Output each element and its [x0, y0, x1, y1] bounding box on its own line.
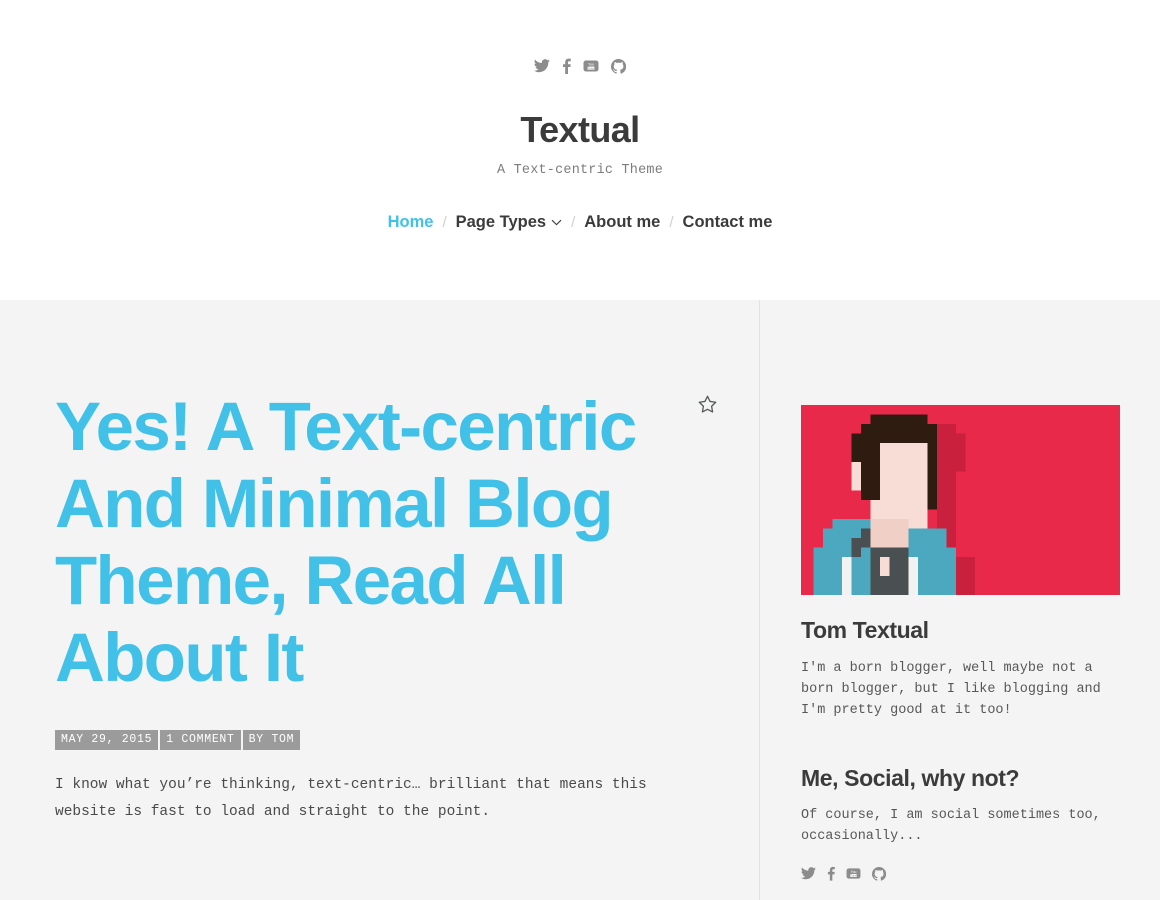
nav-separator: /	[669, 213, 674, 231]
header-social-links: You Tube	[534, 56, 626, 76]
nav-item-page-types[interactable]: Page Types	[456, 212, 562, 232]
nav-item-about-me[interactable]: About me	[584, 213, 660, 232]
svg-text:You: You	[851, 870, 857, 874]
github-icon[interactable]	[872, 866, 886, 881]
svg-text:Tube: Tube	[851, 874, 857, 878]
nav-separator: /	[571, 213, 576, 231]
site-tagline: A Text-centric Theme	[496, 163, 664, 178]
widget-social: Me, Social, why not? Of course, I am soc…	[801, 765, 1119, 882]
widget-about: Tom Textual I'm a born blogger, well may…	[801, 617, 1119, 721]
content-area: Yes! A Text-centric And Minimal Blog The…	[0, 300, 1160, 900]
post-author-badge[interactable]: BY TOM	[242, 730, 301, 750]
widget-social-text: Of course, I am social sometimes too, oc…	[801, 808, 1101, 845]
star-icon[interactable]	[695, 392, 719, 416]
sidebar: Tom Textual I'm a born blogger, well may…	[760, 300, 1159, 900]
post-column: Yes! A Text-centric And Minimal Blog The…	[0, 300, 760, 900]
post-comments-badge[interactable]: 1 COMMENT	[160, 730, 241, 750]
nav-item-home[interactable]: Home	[388, 213, 434, 232]
widget-about-title: Tom Textual	[801, 617, 929, 643]
facebook-icon[interactable]	[827, 866, 835, 881]
sidebar-social-links: You Tube	[801, 866, 1119, 881]
facebook-icon[interactable]	[562, 58, 571, 74]
widget-about-text: I'm a born blogger, well maybe not a bor…	[801, 660, 1101, 718]
page-root: You Tube Textual A Text-centric Theme Hom…	[0, 0, 1160, 900]
post-excerpt: I know what you’re thinking, text-centri…	[55, 777, 647, 820]
site-title: Textual	[520, 109, 640, 150]
svg-text:Tube: Tube	[588, 66, 595, 70]
nav-separator: /	[442, 213, 447, 231]
site-header: You Tube Textual A Text-centric Theme Hom…	[0, 0, 1160, 300]
pixel-art-avatar-art	[803, 405, 1118, 595]
chevron-down-icon	[551, 212, 562, 231]
twitter-icon[interactable]	[534, 59, 550, 73]
twitter-icon[interactable]	[801, 867, 816, 880]
github-icon[interactable]	[611, 58, 626, 74]
avatar	[801, 405, 1120, 595]
widget-social-title: Me, Social, why not?	[801, 764, 1020, 791]
nav-item-page-types-label: Page Types	[455, 213, 547, 231]
post-meta: MAY 29, 2015 1 COMMENT BY TOM	[55, 730, 704, 750]
main-navigation: Home / Page Types / About me / Contact m…	[388, 212, 773, 232]
youtube-icon[interactable]: You Tube	[846, 867, 861, 880]
nav-item-contact-me[interactable]: Contact me	[683, 213, 773, 232]
post-date-badge: MAY 29, 2015	[55, 730, 159, 750]
post-title[interactable]: Yes! A Text-centric And Minimal Blog The…	[55, 388, 655, 696]
youtube-icon[interactable]: You Tube	[583, 59, 599, 73]
